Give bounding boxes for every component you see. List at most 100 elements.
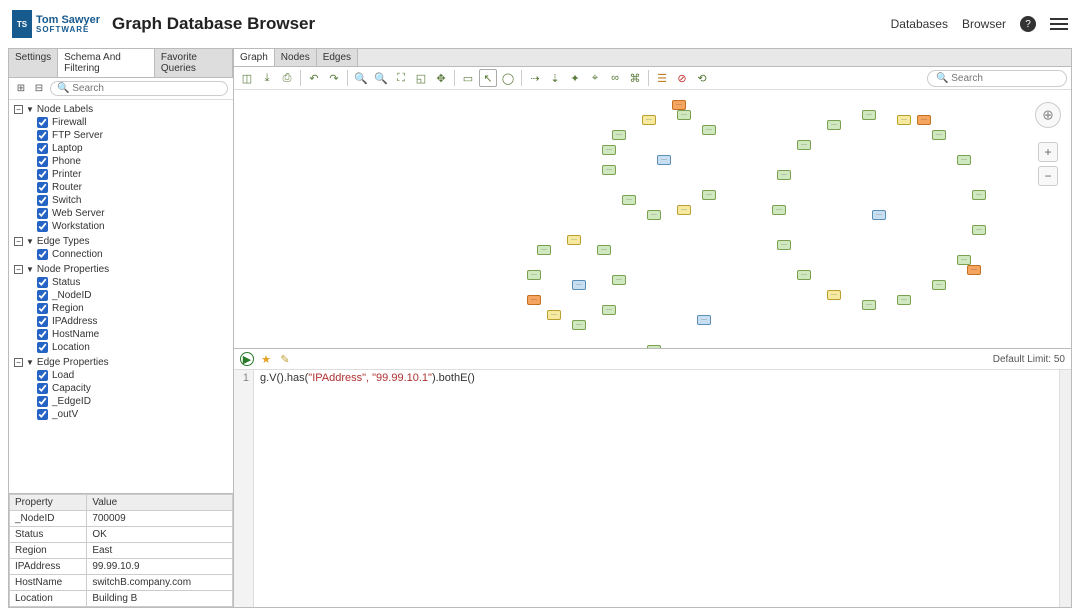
graph-node[interactable]: ···: [622, 195, 636, 205]
tool-zoom-sel-icon[interactable]: ◱: [412, 69, 430, 87]
graph-node[interactable]: ···: [647, 210, 661, 220]
tool-pan-icon[interactable]: ✥: [432, 69, 450, 87]
sidebar-search-input[interactable]: [72, 83, 221, 94]
link-databases[interactable]: Databases: [891, 17, 948, 31]
tree-item[interactable]: Connection: [9, 248, 233, 261]
graph-node[interactable]: ···: [777, 240, 791, 250]
tool-export-icon[interactable]: ⤓: [258, 69, 276, 87]
graph-node[interactable]: ···: [972, 190, 986, 200]
tree-item[interactable]: Printer: [9, 168, 233, 181]
tool-cursor-icon[interactable]: ↖: [479, 69, 497, 87]
graph-node[interactable]: ···: [897, 115, 911, 125]
graph-hub-node[interactable]: ···: [572, 280, 586, 290]
favorite-query-icon[interactable]: ★: [259, 352, 273, 366]
tree-item[interactable]: Workstation: [9, 220, 233, 233]
tool-redo-icon[interactable]: ↷: [325, 69, 343, 87]
tree-checkbox[interactable]: [37, 277, 48, 288]
tab-edges[interactable]: Edges: [317, 49, 358, 66]
tree-checkbox[interactable]: [37, 221, 48, 232]
sidebar-search[interactable]: 🔍: [50, 81, 228, 96]
graph-node[interactable]: ···: [702, 125, 716, 135]
tool-neighbors-icon[interactable]: ◫: [238, 69, 256, 87]
tree-item[interactable]: Region: [9, 302, 233, 315]
property-row[interactable]: HostNameswitchB.company.com: [10, 575, 233, 591]
tool-layout-circular-icon[interactable]: ◯: [499, 69, 517, 87]
tree-checkbox[interactable]: [37, 156, 48, 167]
tree-item[interactable]: Switch: [9, 194, 233, 207]
graph-node[interactable]: ···: [602, 145, 616, 155]
tree-checkbox[interactable]: [37, 370, 48, 381]
graph-hub-node[interactable]: ···: [697, 315, 711, 325]
graph-node[interactable]: ···: [862, 110, 876, 120]
tool-zoom-out-icon[interactable]: 🔍: [372, 69, 390, 87]
tab-graph[interactable]: Graph: [234, 49, 275, 66]
expand-all-icon[interactable]: ⊞: [14, 82, 28, 96]
graph-canvas[interactable]: ··· ··· ··· ··· ··· ··· ··· ··· ··· ··· ··· ··· ··· ·…: [234, 90, 1071, 348]
query-builder-icon[interactable]: ✎: [278, 352, 292, 366]
tree-group-head[interactable]: −▼Node Properties: [9, 263, 233, 276]
property-row[interactable]: LocationBuilding B: [10, 591, 233, 607]
tree-checkbox[interactable]: [37, 329, 48, 340]
property-row[interactable]: _NodeID700009: [10, 511, 233, 527]
tab-favorite-queries[interactable]: Favorite Queries: [155, 49, 233, 77]
property-row[interactable]: RegionEast: [10, 543, 233, 559]
tree-checkbox[interactable]: [37, 182, 48, 193]
tree-item[interactable]: _EdgeID: [9, 395, 233, 408]
tree-group-head[interactable]: −▼Edge Properties: [9, 356, 233, 369]
graph-node[interactable]: ···: [862, 300, 876, 310]
property-row[interactable]: IPAddress99.99.10.9: [10, 559, 233, 575]
graph-node[interactable]: ···: [602, 165, 616, 175]
tree-item[interactable]: Firewall: [9, 116, 233, 129]
graph-node[interactable]: ···: [957, 255, 971, 265]
graph-node[interactable]: ···: [572, 320, 586, 330]
pan-control-icon[interactable]: [1035, 102, 1061, 128]
tool-fit-icon[interactable]: ⛶: [392, 69, 410, 87]
graph-node[interactable]: ···: [527, 295, 541, 305]
graph-node[interactable]: ···: [677, 205, 691, 215]
graph-hub-node[interactable]: ···: [647, 345, 661, 348]
graph-node[interactable]: ···: [772, 205, 786, 215]
query-editor[interactable]: 1 g.V().has("IPAddress", "99.99.10.1").b…: [234, 370, 1071, 607]
graph-node[interactable]: ···: [612, 130, 626, 140]
tab-settings[interactable]: Settings: [9, 49, 58, 77]
tree-item[interactable]: HostName: [9, 328, 233, 341]
tree-checkbox[interactable]: [37, 290, 48, 301]
tree-checkbox[interactable]: [37, 383, 48, 394]
tab-nodes[interactable]: Nodes: [275, 49, 317, 66]
graph-node[interactable]: ···: [677, 110, 691, 120]
tree-item[interactable]: Router: [9, 181, 233, 194]
graph-node[interactable]: ···: [527, 270, 541, 280]
canvas-search[interactable]: 🔍: [927, 70, 1067, 87]
graph-node[interactable]: ···: [827, 290, 841, 300]
tool-print-icon[interactable]: ⎙: [278, 69, 296, 87]
tree-checkbox[interactable]: [37, 195, 48, 206]
tool-refresh-icon[interactable]: ⟲: [693, 69, 711, 87]
graph-node[interactable]: ···: [957, 155, 971, 165]
tool-layout-1-icon[interactable]: ⇢: [526, 69, 544, 87]
graph-node[interactable]: ···: [672, 100, 686, 110]
graph-node[interactable]: ···: [777, 170, 791, 180]
graph-node[interactable]: ···: [567, 235, 581, 245]
tool-layout-2-icon[interactable]: ⇣: [546, 69, 564, 87]
graph-node[interactable]: ···: [797, 270, 811, 280]
tree-item[interactable]: Phone: [9, 155, 233, 168]
graph-node[interactable]: ···: [967, 265, 981, 275]
tree-item[interactable]: Capacity: [9, 382, 233, 395]
tree-item[interactable]: Load: [9, 369, 233, 382]
graph-node[interactable]: ···: [642, 115, 656, 125]
tree-checkbox[interactable]: [37, 130, 48, 141]
hamburger-menu-icon[interactable]: [1050, 18, 1068, 30]
link-browser[interactable]: Browser: [962, 17, 1006, 31]
help-icon[interactable]: ?: [1020, 16, 1036, 32]
tree-item[interactable]: Laptop: [9, 142, 233, 155]
graph-node[interactable]: ···: [537, 245, 551, 255]
tree-checkbox[interactable]: [37, 409, 48, 420]
tree-checkbox[interactable]: [37, 169, 48, 180]
graph-node[interactable]: ···: [702, 190, 716, 200]
tree-item[interactable]: _NodeID: [9, 289, 233, 302]
tree-item[interactable]: Location: [9, 341, 233, 354]
tree-checkbox[interactable]: [37, 303, 48, 314]
tool-select-icon[interactable]: ▭: [459, 69, 477, 87]
tree-checkbox[interactable]: [37, 316, 48, 327]
canvas-search-input[interactable]: [951, 73, 1058, 84]
